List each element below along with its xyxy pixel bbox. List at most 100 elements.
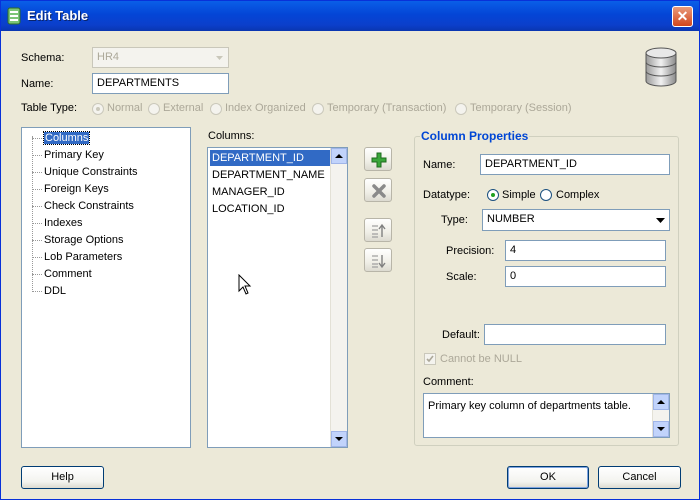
- table-type-index-organized-label: Index Organized: [225, 102, 306, 114]
- table-type-external-label: External: [163, 102, 204, 114]
- table-type-external-radio: [148, 103, 160, 115]
- tree-item-indexes[interactable]: Indexes: [44, 215, 83, 231]
- table-type-normal-radio: [92, 103, 104, 115]
- datatype-simple-label: Simple: [502, 189, 536, 201]
- tree-branch: [32, 172, 42, 173]
- datatype-label: Datatype:: [423, 189, 471, 201]
- chevron-down-icon: [656, 218, 665, 223]
- table-app-icon: [7, 7, 21, 25]
- precision-input[interactable]: 4: [505, 240, 666, 261]
- tree-branch: [32, 138, 42, 139]
- tree-connector: [32, 136, 33, 290]
- list-item[interactable]: DEPARTMENT_NAME: [210, 167, 327, 183]
- comment-text: Primary key column of departments table.: [428, 400, 631, 412]
- checkmark-icon: [426, 355, 434, 363]
- tree-item-lob-parameters[interactable]: Lob Parameters: [44, 249, 122, 265]
- scroll-down-button[interactable]: [331, 431, 347, 447]
- move-up-icon: [372, 223, 386, 238]
- add-icon: [371, 152, 387, 168]
- tree-branch: [32, 274, 42, 275]
- tree-item-label: Check Constraints: [44, 200, 134, 212]
- tree-item-label: Indexes: [44, 217, 83, 229]
- tree-branch: [32, 155, 42, 156]
- scroll-up-button[interactable]: [331, 148, 347, 164]
- tree-branch: [32, 257, 42, 258]
- database-icon: [645, 47, 677, 87]
- chevron-down-icon: [216, 56, 223, 60]
- column-properties-title: Column Properties: [420, 129, 530, 143]
- columns-list-scrollbar[interactable]: [330, 148, 347, 447]
- datatype-simple-radio[interactable]: [487, 189, 499, 201]
- column-name-label: Name:: [423, 159, 456, 171]
- tree-branch: [32, 189, 42, 190]
- scroll-down-button[interactable]: [653, 421, 669, 437]
- help-button[interactable]: Help: [21, 466, 104, 489]
- chevron-down-icon: [657, 427, 665, 431]
- mouse-cursor-icon: [238, 274, 252, 295]
- tree-branch: [32, 240, 42, 241]
- column-name-input[interactable]: DEPARTMENT_ID: [480, 154, 670, 175]
- title-bar[interactable]: Edit Table ✕: [1, 1, 699, 31]
- precision-label: Precision:: [446, 245, 495, 257]
- tree-item-label: Lob Parameters: [44, 251, 123, 263]
- table-type-temp-session-radio: [455, 103, 467, 115]
- default-input[interactable]: [484, 324, 666, 345]
- list-item[interactable]: LOCATION_ID: [210, 201, 287, 217]
- tree-item-label: Foreign Keys: [44, 183, 109, 195]
- tree-item-primary-key[interactable]: Primary Key: [44, 147, 104, 163]
- cancel-button[interactable]: Cancel: [598, 466, 681, 489]
- default-label: Default:: [442, 329, 480, 341]
- add-column-button[interactable]: [364, 147, 392, 171]
- table-type-temp-transaction-label: Temporary (Transaction): [327, 102, 447, 114]
- scroll-up-button[interactable]: [653, 394, 669, 410]
- tree-item-unique-constraints[interactable]: Unique Constraints: [44, 164, 138, 180]
- remove-column-button[interactable]: [364, 178, 392, 202]
- tree-item-label: DDL: [44, 285, 67, 297]
- datatype-complex-radio[interactable]: [540, 189, 552, 201]
- chevron-up-icon: [657, 400, 665, 404]
- nav-tree: Columns Primary Key Unique Constraints F…: [21, 127, 191, 448]
- comment-scrollbar[interactable]: [652, 394, 669, 437]
- tree-item-label: Storage Options: [44, 234, 124, 246]
- schema-value: HR4: [97, 51, 120, 63]
- list-item[interactable]: MANAGER_ID: [210, 184, 287, 200]
- type-label: Type:: [441, 214, 468, 226]
- columns-list: DEPARTMENT_ID DEPARTMENT_NAME MANAGER_ID…: [207, 147, 348, 448]
- not-null-label: Cannot be NULL: [440, 353, 522, 365]
- table-type-temp-session-label: Temporary (Session): [470, 102, 572, 114]
- move-up-button[interactable]: [364, 218, 392, 242]
- list-item[interactable]: DEPARTMENT_ID: [210, 150, 333, 166]
- tree-item-storage-options[interactable]: Storage Options: [44, 232, 124, 248]
- tree-branch: [32, 291, 42, 292]
- table-type-temp-transaction-radio: [312, 103, 324, 115]
- tree-item-ddl[interactable]: DDL: [44, 283, 66, 299]
- comment-textarea[interactable]: Primary key column of departments table.: [423, 393, 670, 438]
- table-type-index-organized-radio: [210, 103, 222, 115]
- move-down-icon: [372, 255, 386, 269]
- datatype-complex-label: Complex: [556, 189, 600, 201]
- tree-item-label: Unique Constraints: [44, 166, 138, 178]
- chevron-down-icon: [335, 437, 343, 441]
- name-label: Name:: [21, 78, 54, 90]
- comment-label: Comment:: [423, 376, 474, 388]
- close-icon: ✕: [676, 8, 689, 24]
- schema-label: Schema:: [21, 52, 65, 64]
- table-name-input[interactable]: DEPARTMENTS: [92, 73, 229, 94]
- not-null-checkbox: [424, 353, 436, 365]
- chevron-up-icon: [335, 154, 343, 158]
- ok-button[interactable]: OK: [507, 466, 589, 489]
- close-button[interactable]: ✕: [672, 6, 693, 27]
- scale-input[interactable]: 0: [505, 266, 666, 287]
- type-select[interactable]: NUMBER: [482, 209, 670, 231]
- move-down-button[interactable]: [364, 248, 392, 272]
- tree-item-foreign-keys[interactable]: Foreign Keys: [44, 181, 109, 197]
- tree-item-check-constraints[interactable]: Check Constraints: [44, 198, 134, 214]
- columns-list-label: Columns:: [208, 130, 255, 142]
- type-value: NUMBER: [487, 213, 535, 225]
- table-type-label: Table Type:: [21, 102, 78, 114]
- tree-item-columns[interactable]: Columns: [42, 130, 91, 146]
- tree-item-label: Columns: [42, 131, 91, 145]
- tree-item-comment[interactable]: Comment: [44, 266, 92, 282]
- scale-label: Scale:: [446, 271, 477, 283]
- tree-branch: [32, 206, 42, 207]
